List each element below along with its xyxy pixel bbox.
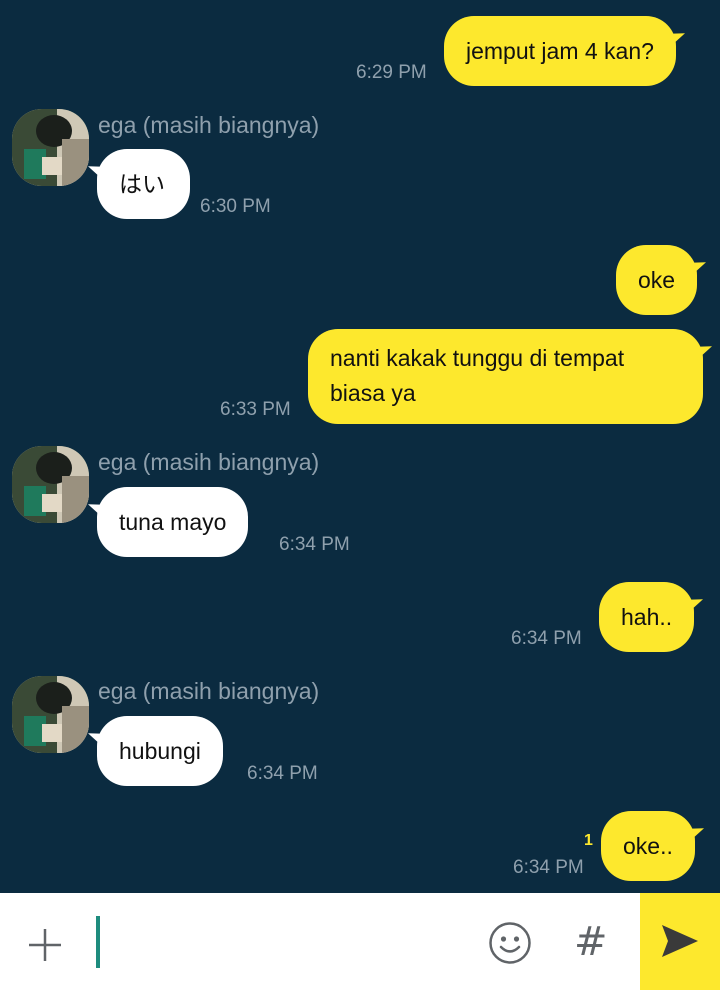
avatar-photo	[12, 676, 89, 753]
hashtag-icon[interactable]: #	[574, 918, 608, 966]
read-count-badge: 1	[584, 832, 593, 849]
sender-name: ega (masih biangnya)	[98, 449, 320, 475]
message-time: 6:29 PM	[356, 62, 427, 83]
outgoing-message[interactable]: hah..	[599, 582, 695, 652]
message-time: 6:34 PM	[279, 534, 350, 555]
outgoing-message[interactable]: oke..	[601, 811, 695, 881]
plus-icon[interactable]	[27, 927, 63, 963]
incoming-message[interactable]: はい	[97, 149, 190, 219]
incoming-message[interactable]: tuna mayo	[97, 487, 249, 557]
message-time: 6:33 PM	[220, 399, 291, 420]
outgoing-message[interactable]: jemput jam 4 kan?	[444, 16, 676, 86]
message-time: 6:30 PM	[200, 196, 271, 217]
sender-name: ega (masih biangnya)	[98, 112, 320, 138]
send-icon	[662, 925, 698, 957]
outgoing-message[interactable]: oke	[616, 245, 698, 315]
chat-area[interactable]: jemput jam 4 kan? 6:29 PM ega (masih bia…	[0, 0, 720, 893]
outgoing-message[interactable]: nanti kakak tunggu di tempat biasa ya	[308, 329, 703, 424]
contact-avatar[interactable]	[12, 446, 89, 523]
message-time: 6:34 PM	[511, 628, 582, 649]
send-button[interactable]	[640, 893, 720, 990]
incoming-message[interactable]: hubungi	[97, 716, 223, 786]
text-input-cursor[interactable]	[96, 916, 100, 968]
avatar-photo	[12, 446, 89, 523]
contact-avatar[interactable]	[12, 109, 89, 186]
contact-avatar[interactable]	[12, 676, 89, 753]
sender-name: ega (masih biangnya)	[98, 678, 320, 704]
avatar-photo	[12, 109, 89, 186]
message-time: 6:34 PM	[247, 763, 318, 784]
message-composer[interactable]	[0, 893, 720, 990]
message-time: 6:34 PM	[513, 857, 584, 878]
emoji-icon[interactable]	[488, 921, 532, 965]
